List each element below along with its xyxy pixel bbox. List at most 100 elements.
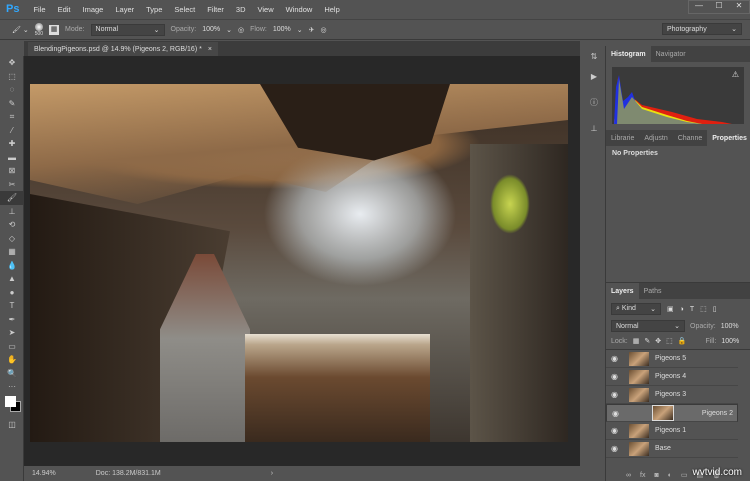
layer-row[interactable]: ◉ Pigeons 4 [606, 368, 738, 386]
brush-tool-icon[interactable]: 🖌 ⌄ [12, 26, 29, 34]
tab-histogram[interactable]: Histogram [606, 46, 651, 62]
status-menu-arrow[interactable]: › [271, 470, 273, 477]
close-tab-icon[interactable]: × [208, 46, 212, 53]
menu-type[interactable]: Type [140, 5, 168, 14]
histogram-warning-icon[interactable]: ⚠ [732, 70, 739, 79]
blend-mode-select[interactable]: Normal ⌄ [611, 320, 685, 332]
marquee-tool-icon[interactable]: ⬚ [0, 70, 24, 84]
close-button[interactable]: ✕ [729, 1, 749, 13]
healing-tool-icon[interactable]: ✚ [0, 137, 24, 151]
patch-tool-icon[interactable]: ▬ [0, 151, 24, 165]
lock-pixels-icon[interactable]: ✎ [644, 337, 650, 345]
move-tool-icon[interactable]: ✥ [0, 56, 24, 70]
visibility-eye-icon[interactable]: ◉ [612, 409, 624, 418]
visibility-eye-icon[interactable]: ◉ [611, 372, 623, 381]
lock-position-icon[interactable]: ✥ [655, 337, 661, 345]
tab-libraries[interactable]: Librarie [606, 130, 639, 146]
brush-preset-picker[interactable]: 500 [35, 22, 43, 37]
layer-row[interactable]: ◉ Pigeons 1 [606, 422, 738, 440]
tab-channels[interactable]: Channe [673, 130, 708, 146]
flow-input[interactable]: 100% [273, 26, 291, 33]
visibility-eye-icon[interactable]: ◉ [611, 444, 623, 453]
pen-tool-icon[interactable]: ✒ [0, 313, 24, 327]
menu-layer[interactable]: Layer [109, 5, 140, 14]
actions-play-icon[interactable]: ▶ [583, 66, 605, 86]
lock-transparency-icon[interactable]: ▦ [633, 337, 640, 345]
dodge-tool-icon[interactable]: ● [0, 286, 24, 300]
add-mask-icon[interactable]: ◙ [654, 472, 658, 479]
blur-tool-icon[interactable]: 💧 [0, 259, 24, 273]
zoom-level[interactable]: 14.94% [32, 470, 56, 477]
lock-all-icon[interactable]: 🔒 [678, 337, 687, 345]
gradient-tool-icon[interactable]: ▦ [0, 245, 24, 259]
eraser-tool-icon[interactable]: ◇ [0, 232, 24, 246]
clone-stamp-icon[interactable]: ⊥ [0, 205, 24, 219]
content-aware-move-icon[interactable]: ⊠ [0, 164, 24, 178]
path-select-icon[interactable]: ➤ [0, 326, 24, 340]
tab-navigator[interactable]: Navigator [651, 46, 691, 62]
layer-opacity-input[interactable]: 100% [721, 323, 739, 330]
visibility-eye-icon[interactable]: ◉ [611, 390, 623, 399]
type-tool-icon[interactable]: T [0, 299, 24, 313]
menu-3d[interactable]: 3D [230, 5, 252, 14]
layer-filter-select[interactable]: ⌕ Kind ⌄ [611, 303, 661, 315]
quick-mask-icon[interactable]: ◫ [0, 418, 24, 432]
shape-tool-icon[interactable]: ▭ [0, 340, 24, 354]
layer-row[interactable]: ◉ Base [606, 440, 738, 458]
filter-adjustment-icon[interactable]: ◑ [680, 306, 684, 313]
pressure-opacity-icon[interactable]: ◎ [238, 26, 244, 34]
maximize-button[interactable]: ☐ [709, 1, 729, 13]
workspace-select[interactable]: Photography ⌄ [662, 23, 742, 35]
crop-tool-icon[interactable]: ⌗ [0, 110, 24, 124]
hand-tool-icon[interactable]: ✋ [0, 353, 24, 367]
lock-artboard-icon[interactable]: ⬚ [666, 337, 673, 345]
more-tools-icon[interactable]: ··· [0, 380, 24, 394]
menu-window[interactable]: Window [280, 5, 319, 14]
brush-panel-icon[interactable]: ▦ [49, 24, 60, 35]
tab-properties[interactable]: Properties [707, 130, 750, 146]
layer-row-selected[interactable]: ◉ Pigeons 2 [606, 404, 738, 422]
menu-select[interactable]: Select [168, 5, 201, 14]
link-layers-icon[interactable]: ∞ [626, 472, 631, 479]
visibility-eye-icon[interactable]: ◉ [611, 426, 623, 435]
color-swatches[interactable] [0, 394, 23, 418]
new-group-icon[interactable]: ▭ [681, 471, 688, 479]
opacity-input[interactable]: 100% [202, 26, 220, 33]
layer-row[interactable]: ◉ Pigeons 3 [606, 386, 738, 404]
menu-edit[interactable]: Edit [52, 5, 77, 14]
filter-pixel-icon[interactable]: ▣ [667, 305, 674, 313]
history-icon[interactable]: ⇅ [583, 46, 605, 66]
fill-input[interactable]: 100% [721, 338, 739, 345]
tab-paths[interactable]: Paths [639, 283, 667, 299]
tab-adjustments[interactable]: Adjustn [639, 130, 672, 146]
mode-select[interactable]: Normal ⌄ [90, 23, 165, 36]
layer-style-icon[interactable]: fx [640, 472, 645, 479]
filter-smart-icon[interactable]: ▯ [713, 305, 717, 313]
filter-type-icon[interactable]: T [690, 306, 694, 313]
tab-layers[interactable]: Layers [606, 283, 639, 299]
info-icon[interactable]: ⓘ [583, 92, 605, 112]
eyedropper-tool-icon[interactable]: ⁄ [0, 124, 24, 138]
quick-select-tool-icon[interactable]: ✎ [0, 97, 24, 111]
history-brush-icon[interactable]: ⟲ [0, 218, 24, 232]
menu-view[interactable]: View [252, 5, 280, 14]
red-eye-tool-icon[interactable]: ✂ [0, 178, 24, 192]
lasso-tool-icon[interactable]: ◌ [0, 83, 24, 97]
filter-shape-icon[interactable]: ⬚ [700, 305, 707, 313]
adjustment-layer-icon[interactable]: ◐ [668, 472, 672, 479]
sharpen-tool-icon[interactable]: ▲ [0, 272, 24, 286]
pressure-size-icon[interactable]: ◎ [320, 26, 326, 34]
minimize-button[interactable]: — [689, 1, 709, 13]
document-canvas-image[interactable] [30, 84, 568, 442]
zoom-tool-icon[interactable]: 🔍 [0, 367, 24, 381]
menu-image[interactable]: Image [77, 5, 110, 14]
menu-filter[interactable]: Filter [201, 5, 230, 14]
visibility-eye-icon[interactable]: ◉ [611, 354, 623, 363]
document-tab[interactable]: BlendingPigeons.psd @ 14.9% (Pigeons 2, … [28, 42, 218, 56]
brush-tool-icon[interactable]: 🖌 [0, 191, 24, 205]
layer-row[interactable]: ◉ Pigeons 5 [606, 350, 738, 368]
menu-file[interactable]: File [27, 5, 51, 14]
clone-source-icon[interactable]: ⊥ [583, 118, 605, 138]
airbrush-icon[interactable]: ✈ [309, 26, 315, 34]
menu-help[interactable]: Help [318, 5, 345, 14]
